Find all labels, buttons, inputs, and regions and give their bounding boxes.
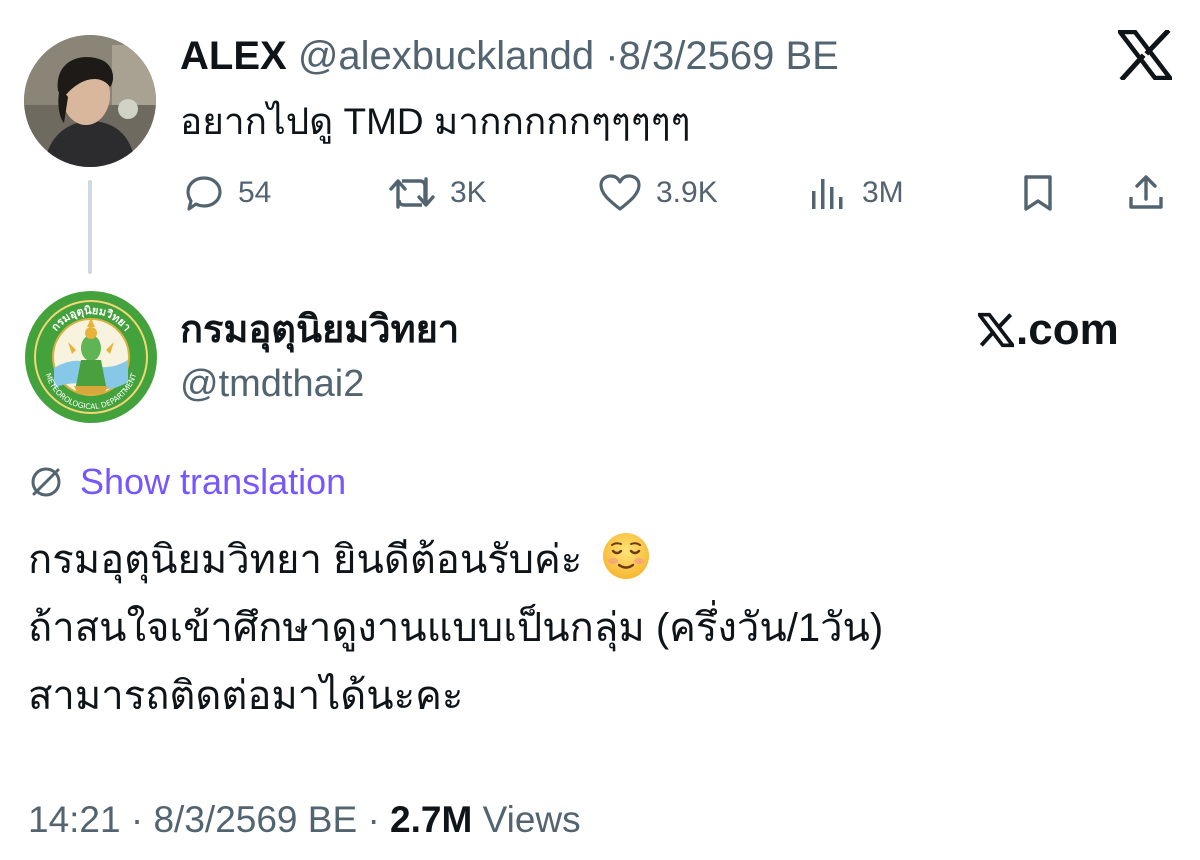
avatar[interactable] — [24, 35, 156, 167]
repost-icon — [389, 177, 435, 209]
tweet-actions: 54 3K 3.9K 3M — [180, 168, 1180, 218]
reply-count: 54 — [238, 176, 272, 209]
tweet-line-3: สามารถติดต่อมาได้นะคะ — [28, 674, 464, 718]
avatar-photo — [24, 35, 156, 167]
share-button[interactable] — [1126, 168, 1166, 218]
tweet-date[interactable]: 8/3/2569 BE — [619, 34, 839, 78]
avatar-seal[interactable]: กรมอุตุนิยมวิทยา METEOROLOGICAL DEPARTME… — [24, 290, 158, 424]
x-logo-icon — [978, 312, 1014, 348]
show-translation-link[interactable]: Show translation — [28, 458, 346, 506]
tweet-text: อยากไปดู TMD มากกกกกๆๆๆๆๆ — [180, 101, 691, 142]
reply-button[interactable]: 54 — [184, 168, 271, 218]
separator-dot: · — [130, 799, 144, 840]
show-translation-label[interactable]: Show translation — [80, 460, 346, 504]
bookmark-icon — [1024, 175, 1052, 211]
tweet-header: ALEX @alexbucklandd ·8/3/2569 BE — [180, 34, 839, 78]
like-count: 3.9K — [656, 176, 718, 209]
tweet-line-1-text: กรมอุตุนิยมวิทยา ยินดีต้อนรับค่ะ — [28, 538, 583, 582]
repost-button[interactable]: 3K — [388, 168, 487, 218]
x-com-label: .com — [1016, 305, 1119, 354]
author-handle[interactable]: @alexbucklandd — [298, 34, 594, 78]
like-button[interactable]: 3.9K — [598, 168, 718, 218]
bookmark-button[interactable] — [1018, 168, 1058, 218]
x-logo-icon[interactable] — [1115, 28, 1175, 82]
share-icon — [1129, 175, 1163, 209]
translate-globe-icon — [31, 467, 61, 497]
tweet-body: กรมอุตุนิยมวิทยา ยินดีต้อนรับค่ะ ถ้าสนใจ… — [28, 526, 883, 730]
smiling-face-emoji-icon — [603, 533, 650, 579]
tweet-footer: 14:21 · 8/3/2569 BE · 2.7M Views — [28, 796, 581, 844]
views-icon — [812, 179, 843, 209]
tweet-time[interactable]: 14:21 — [28, 799, 121, 840]
views-label: Views — [482, 799, 581, 840]
x-com-watermark: .com — [978, 303, 1119, 357]
separator-dot: · — [605, 34, 619, 78]
meteorological-department-seal-icon: กรมอุตุนิยมวิทยา METEOROLOGICAL DEPARTME… — [25, 291, 157, 423]
tweet-line-1: กรมอุตุนิยมวิทยา ยินดีต้อนรับค่ะ — [28, 526, 883, 594]
tweet-date[interactable]: 8/3/2569 BE — [153, 799, 357, 840]
tweet-line-2: ถ้าสนใจเข้าศึกษาดูงานแบบเป็นกลุ่ม (ครึ่ง… — [28, 606, 884, 650]
author-handle[interactable]: @tmdthai2 — [180, 362, 364, 406]
author-name[interactable]: กรมอุตุนิยมวิทยา — [180, 308, 459, 352]
repost-count: 3K — [450, 176, 487, 209]
thread-connector-line — [88, 180, 92, 274]
separator-dot: · — [367, 799, 380, 840]
like-icon — [599, 174, 641, 211]
views-count: 2.7M — [390, 799, 473, 840]
author-name[interactable]: ALEX — [180, 34, 287, 78]
views-count: 3M — [862, 176, 904, 209]
views-button[interactable]: 3M — [808, 168, 904, 218]
reply-icon — [186, 176, 222, 211]
